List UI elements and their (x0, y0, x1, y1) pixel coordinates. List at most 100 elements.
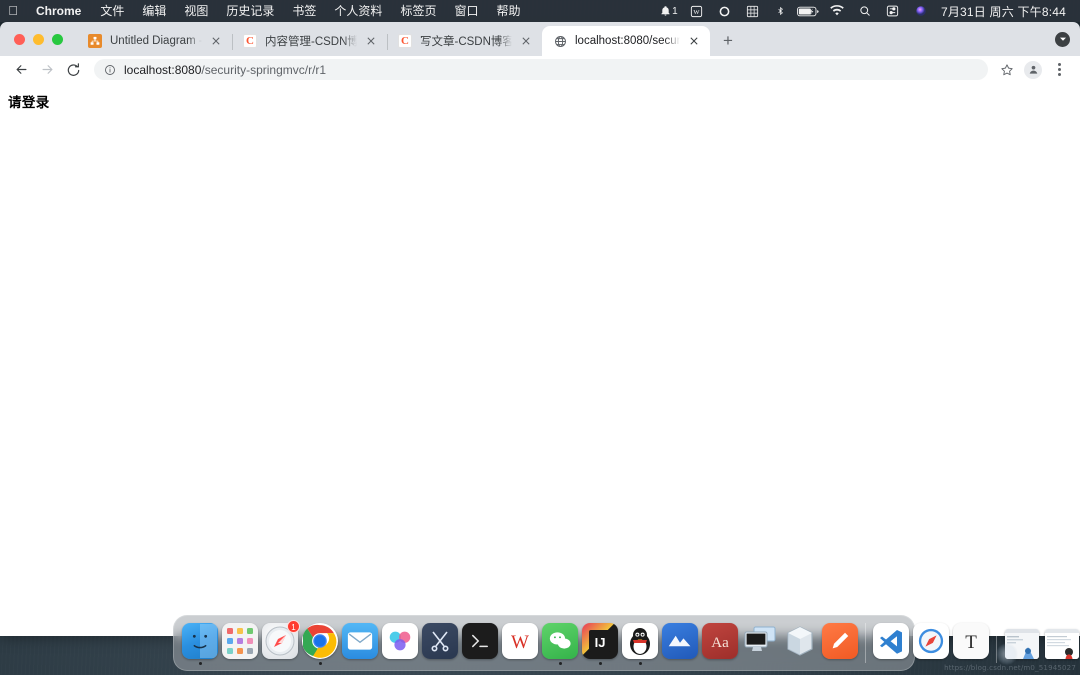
virtualbox-icon (782, 623, 818, 659)
menu-item-bookmarks[interactable]: 书签 (283, 0, 325, 22)
browser-tab-4-active[interactable]: localhost:8080/security-spring (542, 26, 710, 56)
browser-tab-2[interactable]: C 内容管理-CSDN博客 (232, 26, 387, 56)
tab-close-icon[interactable] (208, 33, 224, 49)
running-indicator (598, 662, 602, 665)
browser-tab-1[interactable]: Untitled Diagram - diagrams.n (77, 26, 232, 56)
dock-item-snipaste[interactable] (420, 621, 460, 665)
url-host: localhost:8080 (124, 62, 202, 77)
menu-item-view[interactable]: 视图 (175, 0, 217, 22)
dock-item-sketch[interactable] (820, 621, 860, 665)
menu-item-tabs[interactable]: 标签页 (391, 0, 445, 22)
typora-t-icon: T (953, 623, 989, 659)
bluetooth-icon[interactable] (767, 0, 795, 22)
apple-logo-icon[interactable]:  (0, 4, 26, 19)
dock-item-wechat[interactable] (540, 621, 580, 665)
running-indicator (799, 662, 802, 665)
minimized-window-icon (1045, 629, 1079, 659)
back-arrow-icon[interactable] (8, 57, 34, 83)
menu-item-edit[interactable]: 编辑 (133, 0, 175, 22)
running-indicator (439, 662, 442, 665)
profile-avatar-icon[interactable] (1020, 57, 1046, 83)
dock-item-virtualbox[interactable] (780, 621, 820, 665)
dock-item-navicat[interactable] (660, 621, 700, 665)
menubar-left-group:  Chrome 文件 编辑 视图 历史记录 书签 个人资料 标签页 窗口 帮助 (0, 0, 529, 22)
wifi-icon[interactable] (823, 0, 851, 22)
dock-item-intellij-idea[interactable]: IJ (580, 621, 620, 665)
menu-item-history[interactable]: 历史记录 (217, 0, 283, 22)
dock-item-vscode[interactable] (871, 621, 911, 665)
dock-item-safari-browser[interactable] (911, 621, 951, 665)
dock-item-finder[interactable] (180, 621, 220, 665)
tab-close-icon[interactable] (518, 33, 534, 49)
compass-icon (913, 623, 949, 659)
running-indicator (479, 662, 482, 665)
dock-item-screen-sharing[interactable] (740, 621, 780, 665)
dock-item-minimized-window-2[interactable] (1042, 621, 1080, 665)
running-indicator (930, 662, 933, 665)
navicat-icon (662, 623, 698, 659)
dock-item-qq[interactable] (620, 621, 660, 665)
svg-text:IJ: IJ (595, 635, 606, 650)
csdn-icon: C (242, 33, 258, 49)
menu-item-chrome[interactable]: Chrome (26, 0, 91, 22)
url-path: /security-springmvc/r/r1 (201, 62, 327, 77)
minimize-button[interactable] (33, 33, 44, 45)
svg-text:T: T (965, 632, 977, 653)
running-indicator (558, 662, 562, 665)
tab-search-icon[interactable] (1055, 31, 1070, 47)
toolbar-right-group (994, 57, 1072, 83)
siri-icon[interactable] (907, 0, 935, 22)
star-icon[interactable] (994, 57, 1020, 83)
menu-item-window[interactable]: 窗口 (445, 0, 487, 22)
three-dot-menu-icon[interactable] (1046, 57, 1072, 83)
tab-title: Untitled Diagram - diagrams.n (110, 35, 202, 47)
dock-item-typora[interactable]: T (951, 621, 991, 665)
tab-title: 写文章-CSDN博客 (420, 36, 512, 48)
dock-item-safari[interactable]: 1 (260, 620, 300, 665)
notification-bell-icon[interactable]: 1 (655, 0, 683, 22)
menu-item-profiles[interactable]: 个人资料 (325, 0, 391, 22)
dock-separator (865, 623, 866, 663)
svg-text:Aa: Aa (711, 635, 729, 651)
close-button[interactable] (14, 33, 25, 45)
tab-title: localhost:8080/security-spring (575, 35, 680, 47)
dock-item-wps[interactable]: W (500, 621, 540, 665)
dock-item-mail[interactable] (340, 621, 380, 665)
dock-item-baidu-netdisk[interactable] (380, 621, 420, 665)
circle-recording-icon[interactable] (711, 0, 739, 22)
menu-item-file[interactable]: 文件 (91, 0, 133, 22)
forward-arrow-icon[interactable] (34, 57, 60, 83)
pen-icon (822, 623, 858, 659)
safari-badge-count: 1 (287, 620, 300, 633)
running-indicator (890, 662, 893, 665)
maximize-button[interactable] (52, 33, 63, 45)
battery-charging-icon[interactable] (795, 0, 823, 22)
running-indicator (318, 662, 322, 665)
blog-watermark: https://blog.csdn.net/m0_51945027 (944, 664, 1076, 672)
scissors-icon (422, 623, 458, 659)
dock-item-dictionary[interactable]: Aa (700, 621, 740, 665)
window-traffic-lights (8, 22, 77, 56)
input-method-grid-icon[interactable] (739, 0, 767, 22)
tab-close-icon[interactable] (686, 33, 702, 49)
running-indicator (759, 662, 762, 665)
info-circle-icon[interactable] (104, 64, 116, 76)
dock-item-chrome[interactable] (300, 621, 340, 665)
menu-item-help[interactable]: 帮助 (487, 0, 529, 22)
dock-item-terminal[interactable] (460, 621, 500, 665)
wps-office-icon[interactable]: W (683, 0, 711, 22)
running-indicator (239, 662, 242, 665)
dictionary-aa-icon: Aa (702, 623, 738, 659)
tab-strip: Untitled Diagram - diagrams.n C 内容管理-CSD… (0, 22, 1080, 56)
dock-item-launchpad[interactable] (220, 621, 260, 665)
address-bar[interactable]: localhost:8080/security-springmvc/r/r1 (94, 59, 988, 80)
tab-close-icon[interactable] (363, 33, 379, 49)
browser-tab-3[interactable]: C 写文章-CSDN博客 (387, 26, 542, 56)
running-indicator (279, 662, 282, 665)
reload-icon[interactable] (60, 57, 86, 83)
new-tab-button[interactable]: + (714, 26, 742, 54)
menubar-clock[interactable]: 7月31日 周六 下午8:44 (935, 3, 1066, 20)
spotlight-search-icon[interactable] (851, 0, 879, 22)
running-indicator (198, 662, 202, 665)
control-center-icon[interactable] (879, 0, 907, 22)
